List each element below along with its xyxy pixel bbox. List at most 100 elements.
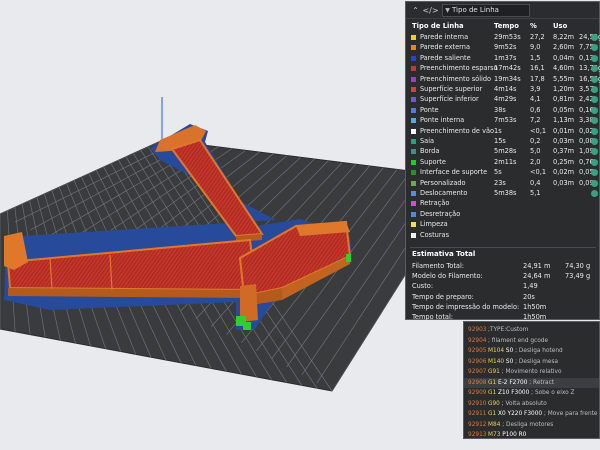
color-swatch <box>411 55 416 61</box>
line-type-name: Parede interna <box>420 33 469 41</box>
collapse-icon[interactable]: ⌃ <box>410 5 421 16</box>
gcode-comment: ; Volta absoluto <box>501 400 547 407</box>
legend-header-row: Tipo de Linha Tempo % Uso <box>406 21 600 31</box>
visibility-toggle-icon[interactable] <box>591 127 598 135</box>
gcode-line[interactable]: 92909 G1 Z10 F3000 ; Sobe o eixo Z <box>464 388 599 399</box>
legend-row[interactable]: Preenchimento esparso 17m42s 16,1 4,60m 13,7… <box>406 63 600 73</box>
estimate-label: Modelo do Filamento: <box>412 272 483 281</box>
color-swatch <box>411 97 416 103</box>
line-type-time: 2m11s <box>494 157 517 166</box>
legend-row[interactable]: Parede interna 29m53s 27,2 8,22m 24,53g <box>406 32 600 42</box>
legend-row[interactable]: Preenchimento sólido 19m34s 17,8 5,55m 16,56… <box>406 74 600 84</box>
legend-row[interactable]: Personalizado 23s 0,4 0,03m 0,09g <box>406 178 600 188</box>
legend-row[interactable]: Borda 5m28s 5,0 0,37m 1,09g <box>406 146 600 156</box>
gcode-line[interactable]: 92905 M104 S0 ; Desliga hotend <box>464 346 599 357</box>
code-icon[interactable]: </> <box>422 5 438 16</box>
gcode-line-number: 92903 <box>468 327 487 333</box>
legend-row[interactable]: Deslocamento 5m38s 5,1 <box>406 188 600 198</box>
gcode-args: S0 <box>505 348 514 354</box>
gcode-args: E-2 F2700 <box>498 379 528 386</box>
legend-row[interactable]: Ponte interna 7m53s 7,2 1,13m 3,38g <box>406 115 600 125</box>
legend-row[interactable]: Suporte 2m11s 2,0 0,25m 0,76g <box>406 157 600 167</box>
gcode-line[interactable]: 92904; filament end gcode <box>464 336 599 347</box>
line-type-time: 23s <box>494 178 506 187</box>
visibility-toggle-icon[interactable] <box>591 138 598 145</box>
gcode-comment: ; Move para frente <box>543 411 598 417</box>
legend-row[interactable]: Superfície inferior 4m29s 4,1 0,81m 2,42g <box>406 94 600 104</box>
header-time: Tempo <box>494 22 519 30</box>
line-type-time: 38s <box>494 105 506 114</box>
gcode-comment: ; Desliga hotend <box>515 348 563 354</box>
gcode-comment: ; Sobe o eixo Z <box>531 390 575 396</box>
visibility-toggle-icon[interactable] <box>591 54 598 62</box>
legend-row[interactable]: Superfície superior 4m14s 3,9 1,20m 3,57g <box>406 84 600 94</box>
chevron-down-icon: ▼ <box>445 6 450 14</box>
visibility-toggle-icon[interactable] <box>591 106 598 114</box>
gcode-line[interactable]: 92911 G1 X0 Y220 F3000 ; Move para frente <box>464 409 599 420</box>
gcode-line[interactable]: 92910 G90 ; Volta absoluto <box>464 399 599 410</box>
gcode-line[interactable]: 92903 ;TYPE:Custom <box>464 325 599 336</box>
legend-row[interactable]: Parede externa 9m52s 9,0 2,60m 7,75g <box>406 42 600 52</box>
line-type-length: 0,37m <box>553 147 575 156</box>
line-type-name: Ponte interna <box>420 116 465 125</box>
line-type-time: 17m42s <box>494 64 521 73</box>
color-swatch <box>411 66 416 72</box>
line-type-name: Parede externa <box>420 43 470 52</box>
line-type-percent: 7,2 <box>530 116 541 125</box>
estimate-row: Modelo do Filamento: 24,64 m 73,49 g <box>412 271 598 281</box>
visibility-toggle-icon[interactable] <box>591 179 598 187</box>
line-type-percent: 9,0 <box>530 43 541 52</box>
line-type-time: 5s <box>494 168 502 177</box>
gcode-line[interactable]: 92907 G91 ; Movimento relativo <box>464 367 599 378</box>
line-type-percent: <0,1 <box>530 126 547 135</box>
line-type-percent: 5,1 <box>530 189 541 197</box>
gcode-line-number: 92909 <box>468 390 487 396</box>
estimate-label: Tempo de impressão do modelo: <box>412 302 520 311</box>
color-swatch <box>411 222 416 228</box>
legend-row[interactable]: Ponte 38s 0,6 0,05m 0,16g <box>406 105 600 115</box>
estimate-label: Custo: <box>412 282 434 291</box>
line-type-legend: ⌃ </> ▼ Tipo de Linha Tipo de Linha Temp… <box>405 1 600 321</box>
color-swatch <box>411 211 416 217</box>
gcode-line[interactable]: 92908 G1 E-2 F2700 ; Retract <box>464 377 599 388</box>
legend-row[interactable]: Costuras <box>406 230 600 240</box>
gcode-line-number: 92912 <box>468 421 487 428</box>
header-type: Tipo de Linha <box>412 22 464 30</box>
estimate-value-secondary: 73,49 g <box>565 272 591 281</box>
legend-row[interactable]: Limpeza <box>406 219 600 229</box>
gcode-viewer[interactable]: 92903 ;TYPE:Custom 92904; filament end gco… <box>463 321 600 439</box>
visibility-toggle-icon[interactable] <box>591 86 598 93</box>
legend-row[interactable]: Desretração <box>406 209 600 219</box>
gcode-args: S0 <box>505 358 514 365</box>
legend-row[interactable]: Preenchimento de vão 1s <0,1 0,01m 0,02g <box>406 126 600 136</box>
gcode-line[interactable]: 92913 M73 P100 R0 <box>464 430 599 438</box>
line-type-name: Preenchimento esparso <box>420 64 498 73</box>
legend-row[interactable]: Interface de suporte 5s <0,1 0,02m 0,05g <box>406 167 600 177</box>
line-type-name: Retração <box>420 199 450 208</box>
line-type-time: 7m53s <box>494 116 517 125</box>
line-type-percent: 0,2 <box>530 137 541 145</box>
color-swatch <box>411 45 416 51</box>
line-type-time: 4m29s <box>494 95 517 104</box>
legend-row[interactable]: Parede saliente 1m37s 1,5 0,04m 0,13g <box>406 53 600 63</box>
visibility-toggle-icon[interactable] <box>591 190 598 197</box>
gcode-line-number: 92913 <box>468 432 487 438</box>
line-type-time: 1m37s <box>494 53 517 62</box>
gcode-line-text: M84 ; Desliga motores <box>488 420 553 431</box>
estimate-row: Tempo de impressão do modelo: 1h50m <box>412 302 598 312</box>
line-type-length: 1,13m <box>553 116 575 125</box>
view-type-select[interactable]: ▼ Tipo de Linha <box>442 3 530 17</box>
gcode-line[interactable]: 92906 M140 S0 ; Desliga mesa <box>464 357 599 368</box>
line-type-percent: 3,9 <box>530 85 541 93</box>
line-type-time: 5m28s <box>494 147 517 156</box>
visibility-toggle-icon[interactable] <box>591 158 598 166</box>
visibility-toggle-icon[interactable] <box>591 34 598 41</box>
legend-row[interactable]: Retração <box>406 198 600 208</box>
legend-row[interactable]: Saia 15s 0,2 0,03m 0,08g <box>406 136 600 146</box>
line-type-percent: 16,1 <box>530 64 545 73</box>
line-type-name: Parede saliente <box>420 53 471 62</box>
visibility-toggle-icon[interactable] <box>591 75 598 83</box>
gcode-line[interactable]: 92912 M84 ; Desliga motores <box>464 420 599 431</box>
gcode-args: X0 Y220 F3000 <box>498 411 543 417</box>
line-type-length: 2,60m <box>553 43 575 52</box>
